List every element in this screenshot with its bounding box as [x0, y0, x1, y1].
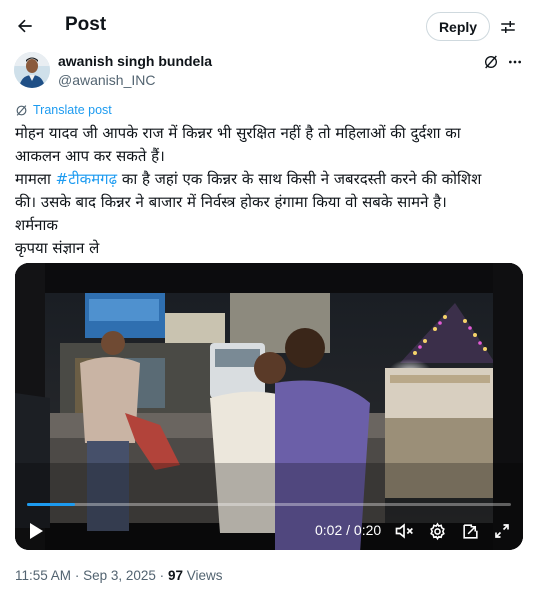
- popout-button[interactable]: [459, 520, 481, 542]
- post-meta: 11:55 AM · Sep 3, 2025 · 97 Views: [15, 568, 223, 583]
- translate-icon: [16, 104, 27, 116]
- popout-icon: [462, 523, 478, 539]
- post-time[interactable]: 11:55 AM: [15, 568, 71, 583]
- tweet-text-segment: मामला: [15, 170, 56, 188]
- meta-separator: ·: [74, 568, 80, 583]
- avatar[interactable]: [14, 52, 50, 88]
- tweet-line: शर्मनाक: [15, 216, 58, 234]
- top-bar: Post Reply: [0, 0, 544, 52]
- page-title: Post: [65, 14, 107, 35]
- views-count: 97: [167, 568, 183, 583]
- settings-gear-icon: [429, 521, 445, 540]
- video-progress-fill: [27, 503, 76, 506]
- settings-button[interactable]: [426, 520, 448, 542]
- views-label: Views: [186, 568, 223, 583]
- fullscreen-icon: [495, 524, 509, 538]
- author-name[interactable]: awanish singh bundela: [58, 53, 212, 69]
- meta-separator: ·: [159, 568, 165, 583]
- tweet-line: आकलन आप कर सकते हैं।: [15, 147, 165, 165]
- arrow-left-icon: [18, 19, 32, 33]
- more-button[interactable]: [505, 52, 525, 72]
- volume-muted-icon: [395, 523, 413, 539]
- video-time-readout: 0:02 / 0:20: [315, 522, 382, 538]
- fullscreen-button[interactable]: [491, 520, 513, 542]
- grok-icon: [485, 55, 497, 69]
- reply-button[interactable]: Reply: [426, 12, 490, 41]
- play-button[interactable]: [25, 520, 47, 542]
- tweet-text: मोहन यादव जी आपके राज में किन्नर भी सुरक…: [15, 122, 530, 260]
- adjust-button[interactable]: [497, 16, 519, 38]
- video-progress-bar[interactable]: [27, 503, 511, 506]
- video-player[interactable]: 0:02 / 0:20: [15, 263, 523, 550]
- hashtag-link[interactable]: #टीकमगढ़: [56, 170, 117, 188]
- back-button[interactable]: [12, 13, 38, 39]
- tweet-line: मोहन यादव जी आपके राज में किन्नर भी सुरक…: [15, 124, 461, 142]
- tweet-line: मामला #टीकमगढ़ का है जहां एक किन्नर के स…: [15, 168, 530, 191]
- sliders-icon: [501, 21, 515, 33]
- tweet-line: कृपया संज्ञान ले: [15, 239, 100, 257]
- more-dots-icon: [509, 60, 521, 64]
- tweet-text-segment: का है जहां एक किन्नर के साथ किसी ने जबरद…: [117, 170, 482, 188]
- tweet-line: की। उसके बाद किन्नर ने बाजार में निर्वस्…: [15, 193, 447, 211]
- translate-label: Translate post: [33, 103, 112, 117]
- translate-post-link[interactable]: Translate post: [15, 103, 112, 117]
- mute-button[interactable]: [393, 520, 415, 542]
- grok-button[interactable]: [481, 52, 501, 72]
- video-controls: 0:02 / 0:20: [15, 263, 523, 550]
- author-handle[interactable]: @awanish_INC: [58, 72, 155, 88]
- post-date[interactable]: Sep 3, 2025: [83, 568, 156, 583]
- play-icon: [30, 523, 43, 539]
